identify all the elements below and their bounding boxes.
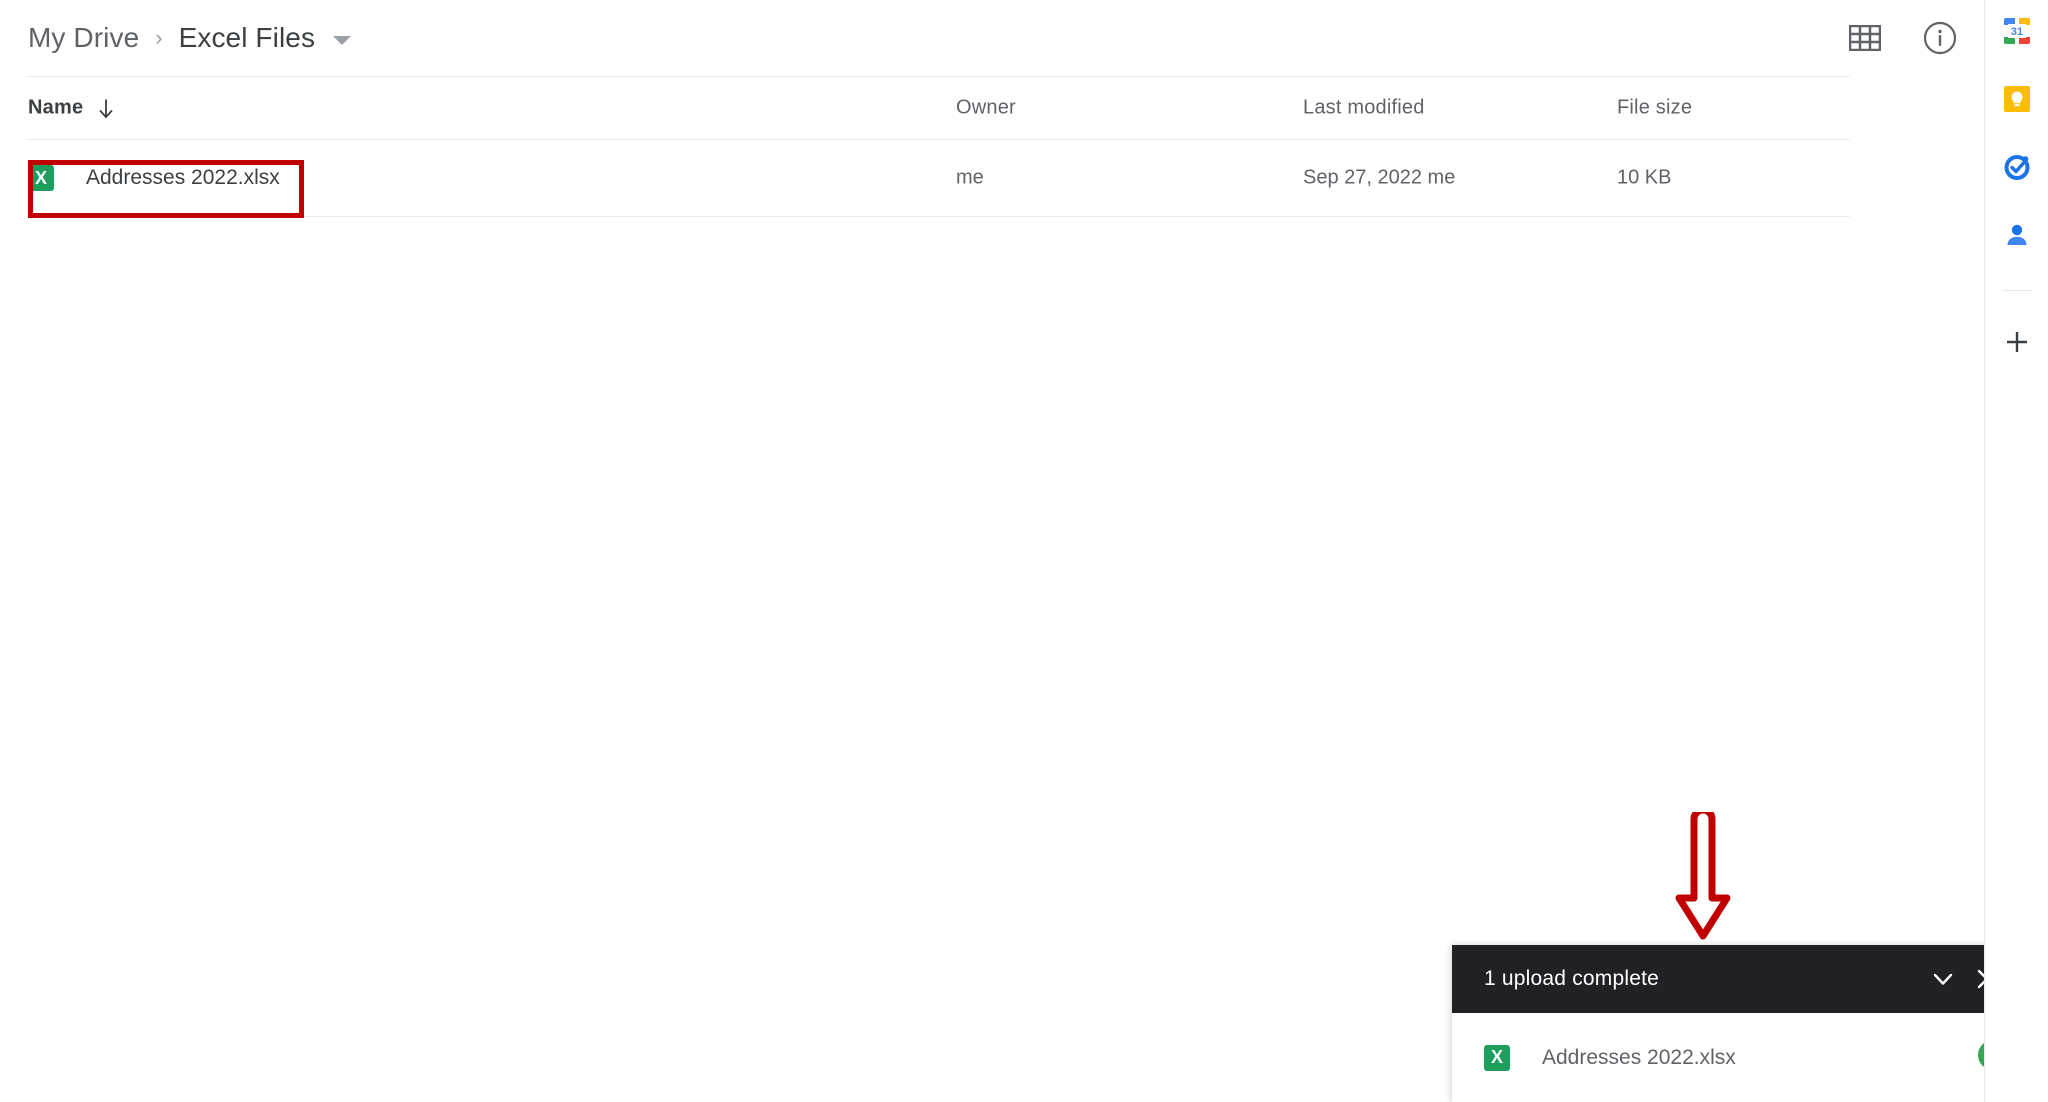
sidebar-divider [2001,290,2032,291]
right-side-panel: 31 [1984,0,2048,1102]
header-actions [1849,0,1957,76]
column-header-last-modified[interactable]: Last modified [1303,97,1425,120]
grid-view-icon[interactable] [1849,25,1881,51]
breadcrumb-separator-icon: › [155,25,163,50]
google-contacts-icon[interactable] [1985,218,2048,252]
arrow-down-icon[interactable] [97,97,115,119]
file-name-cell[interactable]: X Addresses 2022.xlsx [28,165,280,191]
chevron-down-icon[interactable] [1921,957,1965,1001]
column-header-name[interactable]: Name [28,97,115,120]
upload-toast-item[interactable]: X Addresses 2022.xlsx [1452,1013,2035,1102]
annotation-arrow-down [1675,806,1731,944]
google-tasks-icon[interactable] [1985,150,2048,184]
table-row[interactable]: X Addresses 2022.xlsx me Sep 27, 2022 me… [28,140,1850,217]
excel-file-icon: X [1484,1044,1510,1071]
upload-toast-title: 1 upload complete [1484,967,1660,990]
plus-icon[interactable] [1985,325,2048,359]
chevron-down-icon[interactable] [333,35,352,45]
file-name-label: Addresses 2022.xlsx [86,166,280,189]
excel-file-icon: X [28,165,54,191]
google-calendar-icon[interactable]: 31 [1985,14,2048,48]
upload-toast-header: 1 upload complete [1452,945,2035,1013]
breadcrumb: My Drive › Excel Files [28,22,352,54]
file-table: Name Owner Last modified File size X Add… [0,76,1985,217]
file-last-modified-cell: Sep 27, 2022 me [1303,166,1456,189]
info-icon[interactable] [1923,21,1957,55]
file-owner-cell: me [956,166,984,189]
google-keep-icon[interactable] [1985,82,2048,116]
upload-toast-file-name: Addresses 2022.xlsx [1542,1045,1736,1069]
upload-toast: 1 upload complete X Addresses 2022.xlsx [1452,945,2035,1102]
column-header-owner[interactable]: Owner [956,97,1016,120]
column-header-name-label: Name [28,96,84,119]
breadcrumb-excel-files[interactable]: Excel Files [179,22,315,54]
drive-main-area: My Drive › Excel Files Name Owner Last m… [0,0,2035,1102]
file-size-cell: 10 KB [1617,166,1672,189]
svg-text:31: 31 [2010,26,2022,38]
table-header-row: Name Owner Last modified File size [28,76,1850,140]
column-header-file-size[interactable]: File size [1617,97,1692,120]
breadcrumb-bar: My Drive › Excel Files [0,0,1985,76]
breadcrumb-my-drive[interactable]: My Drive [28,22,139,54]
